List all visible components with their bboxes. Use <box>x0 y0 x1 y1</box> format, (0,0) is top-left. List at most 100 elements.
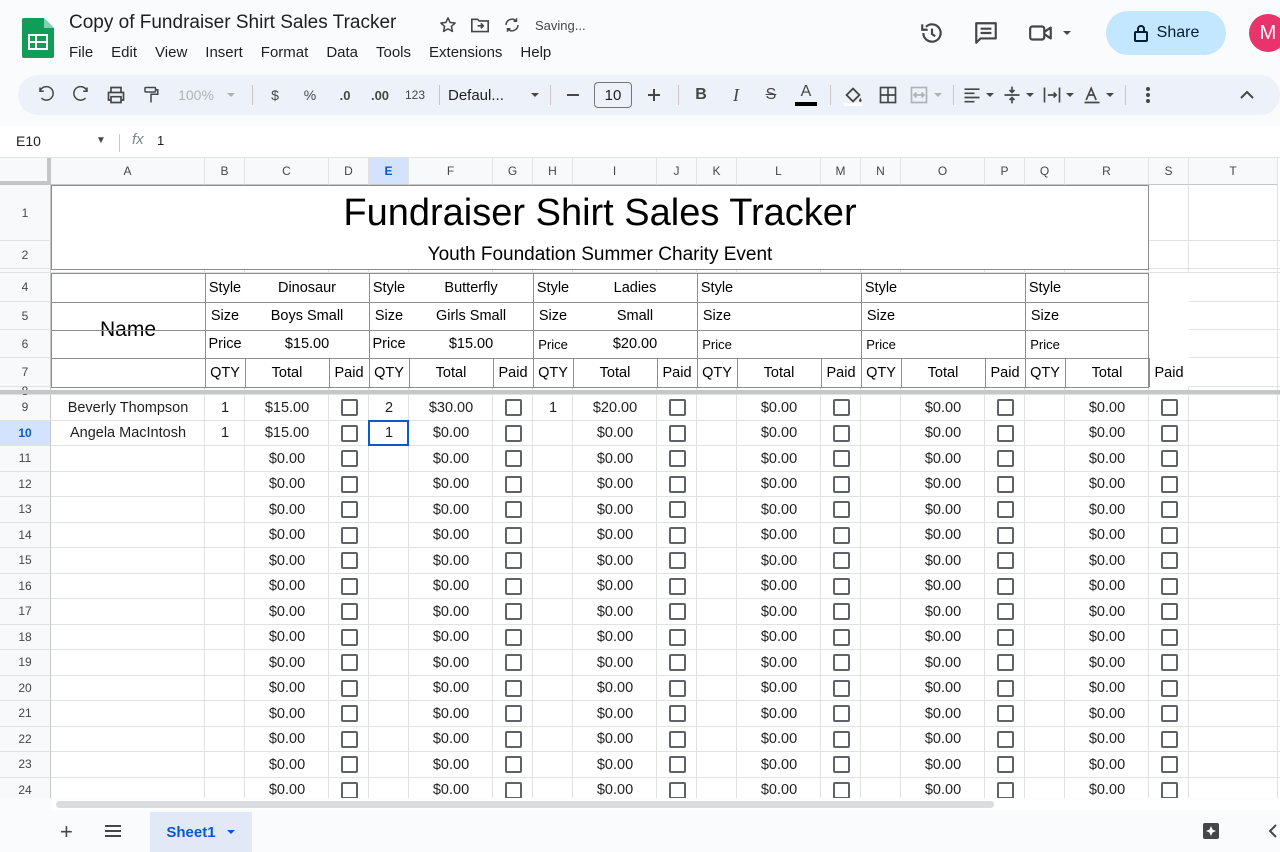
paid-cell[interactable] <box>1149 472 1189 498</box>
qty-cell[interactable] <box>1025 625 1065 651</box>
total-cell[interactable]: $0.00 <box>409 421 493 447</box>
style-label[interactable]: Style <box>697 273 737 302</box>
qty-header[interactable]: QTY <box>1025 358 1065 387</box>
qty-cell[interactable] <box>369 472 409 498</box>
total-cell[interactable]: $0.00 <box>245 472 329 498</box>
paid-checkbox[interactable] <box>504 603 522 621</box>
qty-cell[interactable] <box>205 650 245 676</box>
column-header[interactable]: R <box>1065 158 1149 185</box>
total-cell[interactable]: $0.00 <box>409 472 493 498</box>
paid-cell[interactable] <box>985 395 1025 421</box>
sheet-title[interactable]: Fundraiser Shirt Sales Tracker <box>51 185 1149 241</box>
name-cell[interactable] <box>51 752 205 778</box>
qty-cell[interactable] <box>533 446 573 472</box>
total-cell[interactable]: $0.00 <box>901 497 985 523</box>
paid-cell[interactable] <box>493 752 533 778</box>
name-box-dropdown-icon[interactable]: ▼ <box>96 135 106 146</box>
total-cell[interactable]: $0.00 <box>901 650 985 676</box>
qty-cell[interactable] <box>861 727 901 753</box>
paid-checkbox[interactable] <box>504 730 522 748</box>
paid-checkbox[interactable] <box>340 526 358 544</box>
paid-cell[interactable] <box>821 752 861 778</box>
paid-checkbox[interactable] <box>832 654 850 672</box>
total-cell[interactable]: $0.00 <box>573 701 657 727</box>
paid-cell[interactable] <box>493 574 533 600</box>
paid-checkbox[interactable] <box>340 705 358 723</box>
total-cell[interactable]: $0.00 <box>737 727 821 753</box>
paid-cell[interactable] <box>493 778 533 798</box>
column-header[interactable]: P <box>985 158 1025 185</box>
paid-cell[interactable] <box>985 472 1025 498</box>
paid-header[interactable]: Paid <box>821 358 861 387</box>
qty-cell[interactable] <box>861 497 901 523</box>
total-cell[interactable]: $0.00 <box>245 497 329 523</box>
paid-checkbox[interactable] <box>668 552 686 570</box>
total-cell[interactable]: $0.00 <box>573 778 657 798</box>
font-select[interactable]: Defaul... <box>448 81 540 109</box>
paid-cell[interactable] <box>657 727 697 753</box>
paid-cell[interactable] <box>493 472 533 498</box>
qty-cell[interactable] <box>697 676 737 702</box>
total-cell[interactable]: $0.00 <box>409 599 493 625</box>
paid-cell[interactable] <box>985 574 1025 600</box>
menu-insert[interactable]: Insert <box>196 42 252 63</box>
sheets-logo-icon[interactable] <box>22 18 54 58</box>
row-header[interactable]: 5 <box>0 302 51 330</box>
paid-checkbox[interactable] <box>668 526 686 544</box>
comments-icon[interactable] <box>968 15 1004 51</box>
font-size-decrease-icon[interactable] <box>559 81 587 109</box>
size-value[interactable]: Small <box>573 302 697 330</box>
total-cell[interactable]: $0.00 <box>573 548 657 574</box>
total-cell[interactable]: $0.00 <box>573 446 657 472</box>
total-cell[interactable]: $15.00 <box>245 421 329 447</box>
paid-cell[interactable] <box>493 727 533 753</box>
paid-checkbox[interactable] <box>340 603 358 621</box>
size-value[interactable]: Girls Small <box>409 302 533 330</box>
qty-cell[interactable] <box>1025 676 1065 702</box>
paid-cell[interactable] <box>1149 727 1189 753</box>
qty-cell[interactable] <box>1025 599 1065 625</box>
total-cell[interactable]: $0.00 <box>573 497 657 523</box>
row-header[interactable]: 22 <box>0 726 51 752</box>
column-header[interactable]: M <box>821 158 861 185</box>
total-cell[interactable]: $0.00 <box>1065 421 1149 447</box>
qty-cell[interactable] <box>1025 574 1065 600</box>
document-title[interactable]: Copy of Fundraiser Shirt Sales Tracker <box>69 12 396 34</box>
total-header[interactable]: Total <box>1065 358 1149 387</box>
qty-cell[interactable] <box>697 446 737 472</box>
paid-cell[interactable] <box>821 599 861 625</box>
font-size-input[interactable]: 10 <box>594 82 632 108</box>
total-cell[interactable]: $0.00 <box>245 752 329 778</box>
total-cell[interactable]: $0.00 <box>901 778 985 798</box>
paid-cell[interactable] <box>329 574 369 600</box>
qty-cell[interactable] <box>697 548 737 574</box>
text-rotation-icon[interactable] <box>1082 81 1115 109</box>
paid-cell[interactable] <box>329 395 369 421</box>
menu-edit[interactable]: Edit <box>102 42 146 63</box>
total-cell[interactable]: $0.00 <box>245 778 329 798</box>
paid-cell[interactable] <box>657 472 697 498</box>
paid-cell[interactable] <box>329 599 369 625</box>
paid-checkbox[interactable] <box>996 730 1014 748</box>
paid-cell[interactable] <box>493 625 533 651</box>
qty-cell[interactable]: 2 <box>369 395 409 421</box>
paid-checkbox[interactable] <box>340 501 358 519</box>
paid-checkbox[interactable] <box>832 526 850 544</box>
qty-cell[interactable] <box>861 548 901 574</box>
style-label[interactable]: Style <box>369 273 409 302</box>
paid-checkbox[interactable] <box>504 501 522 519</box>
row-header[interactable]: 12 <box>0 471 51 497</box>
qty-cell[interactable] <box>205 778 245 799</box>
zoom-select[interactable]: 100% <box>172 81 242 109</box>
qty-cell[interactable] <box>861 625 901 651</box>
paid-cell[interactable] <box>821 727 861 753</box>
column-header[interactable]: T <box>1189 158 1278 185</box>
qty-cell[interactable] <box>533 752 573 778</box>
row-header[interactable]: 23 <box>0 752 51 778</box>
paid-cell[interactable] <box>329 625 369 651</box>
row-header[interactable]: 2 <box>0 241 51 269</box>
paid-cell[interactable] <box>657 395 697 421</box>
paid-cell[interactable] <box>493 497 533 523</box>
qty-cell[interactable] <box>861 421 901 447</box>
paid-checkbox[interactable] <box>668 628 686 646</box>
